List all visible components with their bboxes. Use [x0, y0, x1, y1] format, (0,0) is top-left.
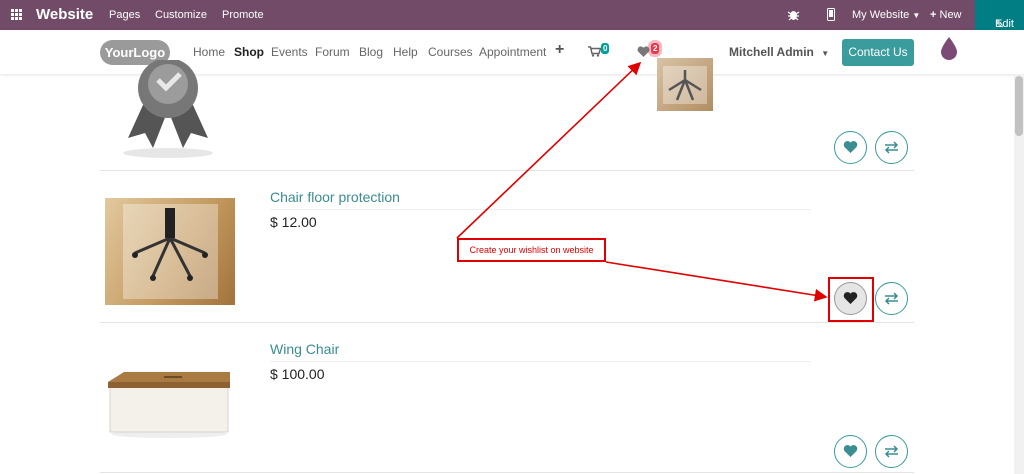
wishlist-button-highlight — [828, 277, 874, 322]
annotation-arrows — [456, 61, 828, 302]
annotation-callout: Create your wishlist on website — [457, 238, 606, 262]
